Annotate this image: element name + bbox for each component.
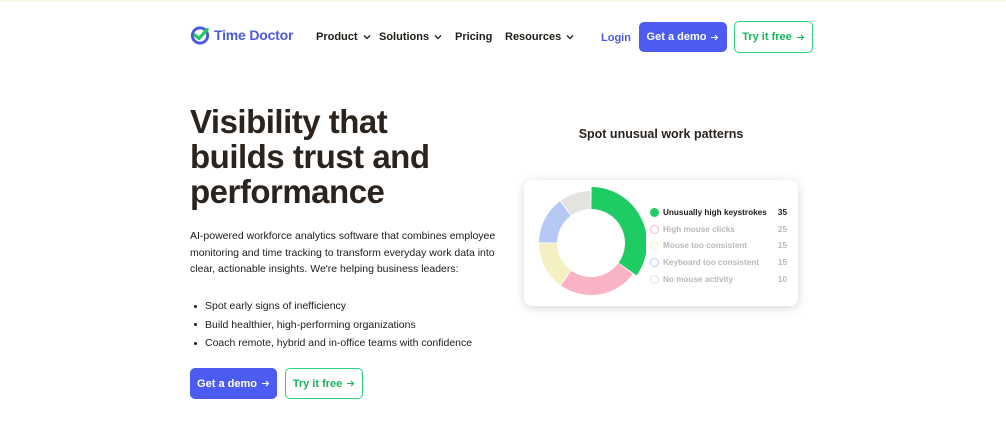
patterns-card: Unusually high keystrokes 35 High mouse cl… bbox=[524, 180, 798, 306]
legend-value: 35 bbox=[777, 207, 787, 217]
button-label: Get a demo bbox=[197, 377, 257, 390]
header-try-free-button[interactable]: Try it free bbox=[734, 21, 813, 53]
nav-item-label: Solutions bbox=[379, 31, 430, 43]
legend-value: 10 bbox=[777, 275, 787, 285]
arrow-right-icon bbox=[347, 380, 355, 387]
button-label: Get a demo bbox=[646, 31, 707, 43]
legend-item: No mouse activity 10 bbox=[650, 271, 787, 288]
bullet-dot-icon bbox=[194, 323, 197, 327]
list-item-text: Build healthier, high-performing organiz… bbox=[205, 318, 416, 331]
top-border bbox=[0, 0, 1006, 2]
donut-slice-0 bbox=[591, 187, 646, 276]
legend-swatch-icon bbox=[650, 224, 659, 234]
legend-item: High mouse clicks 25 bbox=[650, 221, 787, 238]
donut-slice-1 bbox=[560, 263, 633, 295]
legend-label: High mouse clicks bbox=[663, 224, 735, 234]
button-label: Try it free bbox=[292, 377, 343, 390]
hero-try-free-button[interactable]: Try it free bbox=[285, 368, 363, 399]
nav-item-solutions[interactable]: Solutions bbox=[379, 31, 442, 43]
legend-value: 15 bbox=[777, 258, 787, 268]
legend-swatch-icon bbox=[650, 258, 659, 268]
legend-item: Mouse too consistent 15 bbox=[650, 238, 787, 255]
chevron-down-icon bbox=[363, 35, 371, 40]
arrow-right-icon bbox=[796, 34, 805, 40]
chart-legend: Unusually high keystrokes 35 High mouse cl… bbox=[650, 204, 787, 288]
bullet-dot-icon bbox=[194, 341, 197, 345]
legend-label: Mouse too consistent bbox=[663, 241, 748, 251]
list-item-text: Spot early signs of inefficiency bbox=[205, 300, 347, 313]
checkmark-clock-icon bbox=[190, 26, 210, 45]
hero-get-demo-button[interactable]: Get a demo bbox=[190, 368, 277, 399]
button-label: Try it free bbox=[742, 31, 792, 43]
header-get-demo-button[interactable]: Get a demo bbox=[639, 22, 727, 52]
arrow-right-icon bbox=[711, 34, 719, 40]
legend-value: 25 bbox=[777, 224, 787, 234]
visual-title: Spot unusual work patterns bbox=[578, 127, 744, 141]
arrow-right-icon bbox=[261, 380, 270, 387]
list-item: Coach remote, hybrid and in-office teams… bbox=[190, 334, 472, 353]
legend-swatch-icon bbox=[650, 275, 659, 285]
brand-logo[interactable]: Time Doctor bbox=[190, 25, 293, 45]
legend-swatch-icon bbox=[650, 241, 659, 251]
hero-title: Visibility that builds trust and perform… bbox=[190, 103, 430, 210]
nav-item-label: Resources bbox=[505, 31, 562, 43]
list-item: Spot early signs of inefficiency bbox=[190, 297, 472, 316]
nav-item-label: Product bbox=[316, 31, 358, 43]
chevron-down-icon bbox=[566, 35, 574, 40]
nav-item-pricing[interactable]: Pricing bbox=[455, 31, 492, 43]
nav-item-resources[interactable]: Resources bbox=[505, 31, 574, 43]
nav-item-label: Pricing bbox=[455, 31, 493, 43]
list-item: Build healthier, high-performing organiz… bbox=[190, 316, 472, 335]
donut-chart bbox=[539, 187, 646, 295]
benefit-list: Spot early signs of inefficiency Build h… bbox=[190, 297, 472, 353]
login-link[interactable]: Login bbox=[601, 32, 631, 44]
list-item-text: Coach remote, hybrid and in-office teams… bbox=[205, 337, 473, 350]
legend-label: Keyboard too consistent bbox=[663, 258, 759, 268]
legend-label: No mouse activity bbox=[663, 275, 734, 285]
legend-value: 15 bbox=[777, 241, 787, 251]
bullet-dot-icon bbox=[194, 304, 197, 308]
legend-item: Keyboard too consistent 15 bbox=[650, 254, 787, 271]
nav-item-product[interactable]: Product bbox=[316, 31, 371, 43]
legend-item: Unusually high keystrokes 35 bbox=[650, 204, 787, 221]
chevron-down-icon bbox=[434, 35, 442, 40]
brand-name: Time Doctor bbox=[214, 27, 294, 43]
hero-description: AI-powered workforce analytics software … bbox=[190, 230, 496, 275]
legend-swatch-icon bbox=[650, 207, 659, 217]
legend-label: Unusually high keystrokes bbox=[663, 207, 767, 217]
